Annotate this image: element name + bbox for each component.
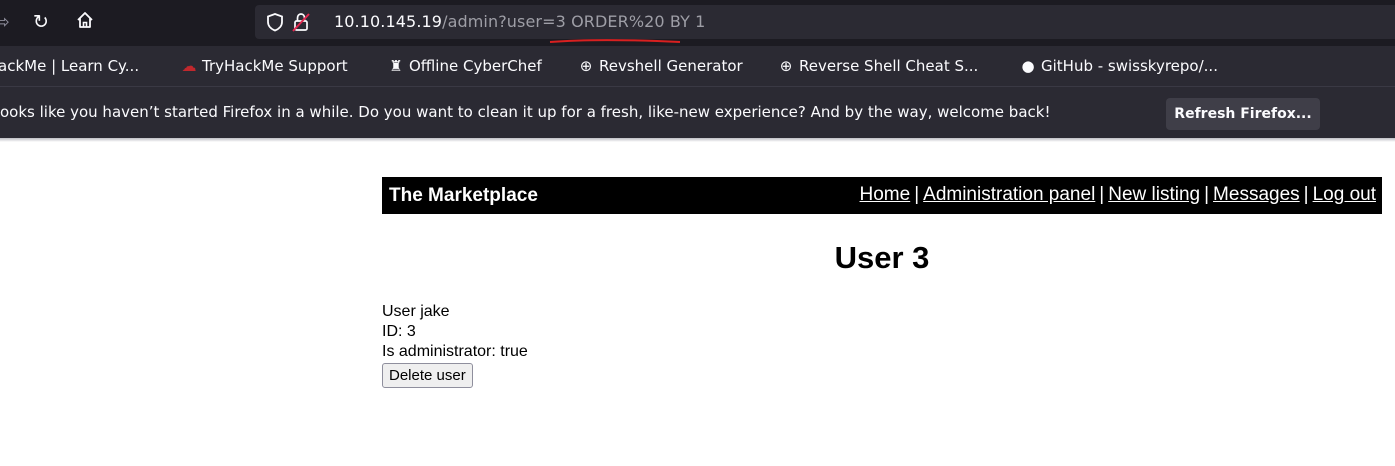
nav-link-log-out[interactable]: Log out <box>1313 184 1376 205</box>
cloud-icon: ☁ <box>181 57 197 75</box>
bookmark-label: ackMe | Learn Cy... <box>0 57 140 75</box>
red-annotation-underline <box>549 39 681 43</box>
site-header: The Marketplace Home | Administration pane… <box>382 177 1382 214</box>
site-nav: Home | Administration panel | New listing | Me… <box>860 184 1376 206</box>
nav-separator: | <box>1204 184 1210 205</box>
bookmark-revshell-generator[interactable]: ⊕ Revshell Generator <box>577 56 743 76</box>
delete-user-button[interactable]: Delete user <box>382 363 473 388</box>
url-path: /admin?user=3 ORDER%20 BY 1 <box>442 12 706 31</box>
page-title: User 3 <box>834 240 930 275</box>
site-title: The Marketplace <box>389 185 538 206</box>
notification-text: ooks like you haven’t started Firefox in… <box>0 103 1051 121</box>
bookmark-reverse-shell-cheat[interactable]: ⊕ Reverse Shell Cheat S... <box>777 56 979 76</box>
refresh-notification-bar: ooks like you haven’t started Firefox in… <box>0 86 1395 138</box>
bookmark-cyberchef[interactable]: ♜ Offline CyberChef <box>387 56 542 76</box>
refresh-firefox-button[interactable]: Refresh Firefox... <box>1166 98 1320 130</box>
bookmark-label: Reverse Shell Cheat S... <box>799 57 979 75</box>
bookmark-tryhackme[interactable]: ackMe | Learn Cy... <box>0 56 139 76</box>
bookmark-tryhackme-support[interactable]: ☁ TryHackMe Support <box>180 56 348 76</box>
globe-icon: ⊕ <box>579 57 593 75</box>
user-admin-line: Is administrator: true <box>382 343 528 360</box>
globe-icon: ⊕ <box>779 57 793 75</box>
nav-separator: | <box>1303 184 1309 205</box>
github-icon: ● <box>1021 57 1035 75</box>
home-icon[interactable] <box>73 10 97 34</box>
nav-separator: | <box>914 184 920 205</box>
nav-link-new-listing[interactable]: New listing <box>1108 184 1200 205</box>
chef-hat-icon: ♜ <box>389 57 403 75</box>
bookmark-label: GitHub - swisskyrepo/... <box>1041 57 1218 75</box>
toolbar-shadow <box>0 138 1395 142</box>
nav-link-home[interactable]: Home <box>860 184 911 205</box>
nav-link-administration-panel[interactable]: Administration panel <box>923 184 1095 205</box>
reload-icon[interactable]: ↻ <box>29 10 53 34</box>
url-host: 10.10.145.19 <box>334 12 443 31</box>
forward-icon[interactable]: ⇨ <box>0 10 14 34</box>
bookmark-label: Revshell Generator <box>599 57 743 75</box>
bookmark-label: Offline CyberChef <box>409 57 542 75</box>
bookmarks-toolbar: ackMe | Learn Cy... ☁ TryHackMe Support ♜… <box>0 46 1395 86</box>
tracking-shield-icon[interactable] <box>265 10 285 34</box>
user-id-line: ID: 3 <box>382 323 416 340</box>
insecure-lock-icon[interactable] <box>290 10 312 34</box>
bookmark-label: TryHackMe Support <box>202 57 348 75</box>
user-name-line: User jake <box>382 303 450 320</box>
nav-separator: | <box>1099 184 1105 205</box>
user-info: User jake ID: 3 Is administrator: true <box>382 302 528 362</box>
nav-link-messages[interactable]: Messages <box>1213 184 1300 205</box>
bookmark-github[interactable]: ● GitHub - swisskyrepo/... <box>1019 56 1218 76</box>
url-text[interactable]: 10.10.145.19/admin?user=3 ORDER%20 BY 1 <box>334 12 705 31</box>
browser-toolbar: ⇨ ↻ 10.10.145.19/admin?user=3 ORDER%20 B… <box>0 0 1395 46</box>
